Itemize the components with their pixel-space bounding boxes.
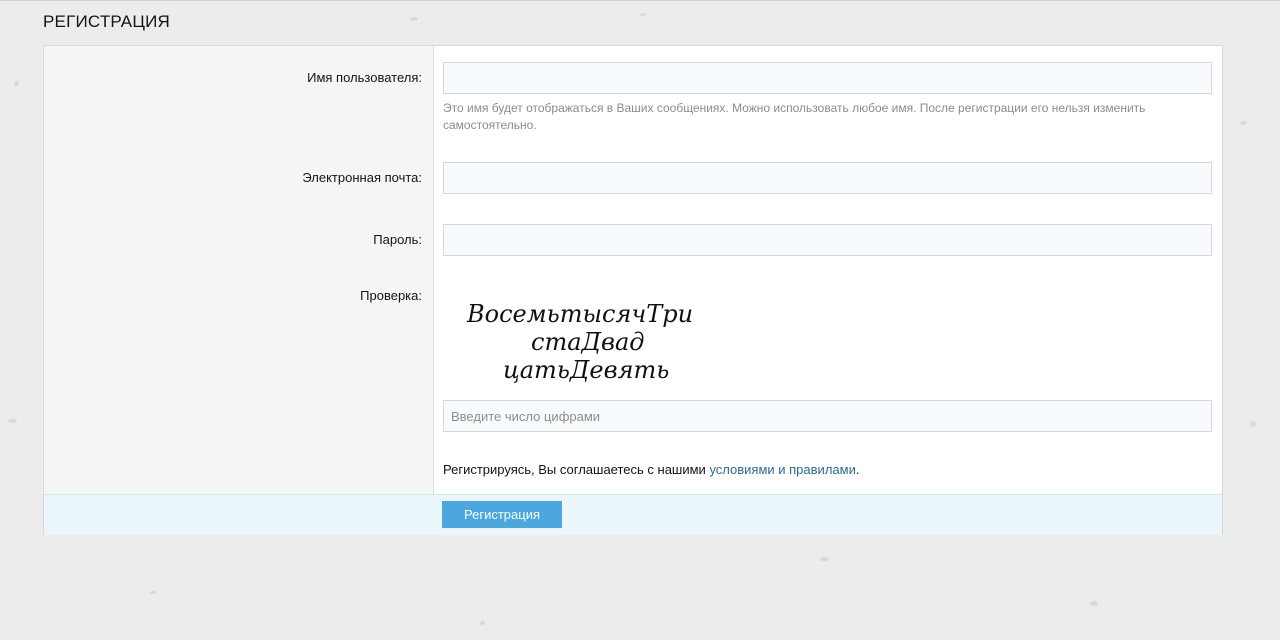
captcha-image: ВосемьтысячТри стаДвад цатьДевять: [466, 300, 693, 384]
background-speck: [480, 621, 485, 625]
register-button[interactable]: Регистрация: [442, 501, 562, 528]
terms-suffix: .: [855, 462, 860, 477]
username-input[interactable]: [443, 62, 1212, 94]
password-label: Пароль:: [373, 232, 422, 247]
password-input[interactable]: [443, 224, 1212, 256]
background-speck: [150, 591, 156, 594]
page-title: РЕГИСТРАЦИЯ: [43, 12, 171, 31]
background-speck: [1090, 601, 1098, 606]
terms-text: Регистрируясь, Вы соглашаетесь с нашими …: [443, 462, 859, 477]
terms-prefix: Регистрируясь, Вы соглашаетесь с нашими: [443, 462, 710, 477]
captcha-line-1: ВосемьтысячТри: [466, 300, 693, 328]
background-speck: [820, 557, 829, 561]
background-speck: [1240, 121, 1247, 125]
label-column: [44, 46, 434, 494]
background-speck: [8, 419, 17, 423]
captcha-label: Проверка:: [360, 288, 422, 303]
registration-form: Имя пользователя: Это имя будет отобража…: [43, 45, 1223, 535]
captcha-line-2: стаДвад: [531, 328, 645, 356]
email-label: Электронная почта:: [302, 170, 422, 185]
terms-link[interactable]: условиями и правилами: [709, 462, 855, 477]
background-speck: [410, 17, 418, 21]
form-footer: Регистрация: [44, 494, 1222, 535]
background-speck: [14, 81, 19, 86]
username-label: Имя пользователя:: [307, 70, 422, 85]
username-hint: Это имя будет отображаться в Ваших сообщ…: [443, 101, 1146, 132]
captcha-input[interactable]: [443, 400, 1212, 432]
background-speck: [640, 13, 646, 16]
background-speck: [1250, 421, 1256, 427]
email-input[interactable]: [443, 162, 1212, 194]
captcha-line-3: цатьДевять: [503, 356, 669, 384]
